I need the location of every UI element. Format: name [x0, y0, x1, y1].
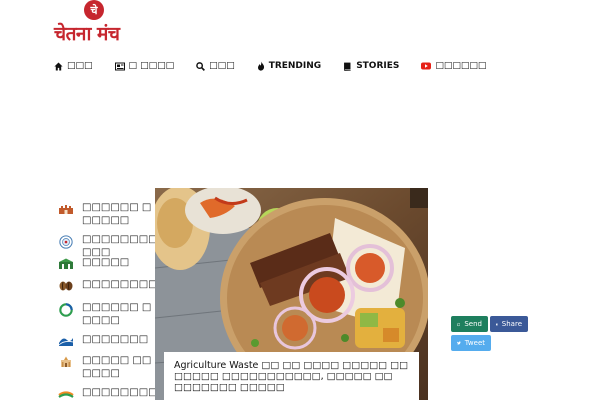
list-item-label: □□□□□ □□□□□□	[82, 355, 152, 379]
search-icon	[196, 61, 206, 71]
list-item[interactable]: □□□□□ □□□□□□	[58, 354, 158, 380]
fort-icon	[59, 205, 73, 214]
list-item-label: □□□□□□□	[82, 334, 149, 345]
nav-item-label: □□□	[67, 61, 93, 71]
nav-item-label: STORIES	[356, 61, 400, 71]
list-item[interactable]: □□□□□□□□	[58, 278, 158, 292]
site-logo[interactable]: चे चेतना मंच	[54, 0, 144, 48]
nav-item-label: TRENDING	[268, 61, 322, 71]
list-item[interactable]: □□□□□□□	[58, 333, 158, 347]
flag-icon	[58, 391, 74, 398]
list-item[interactable]: □□□□□□ □□□□□□	[58, 201, 158, 227]
circle-logo-icon	[59, 303, 73, 317]
nav-item-stories[interactable]: STORIES	[343, 61, 399, 71]
temple-icon	[61, 356, 71, 367]
list-item-label: □□□□□□ □□□□□□	[82, 202, 152, 226]
youtube-icon	[421, 62, 432, 70]
facebook-share-label: Share	[501, 320, 522, 328]
featured-article-title[interactable]: Agriculture Waste □□ □□ □□□□ □□□□□ □□ □□…	[164, 352, 419, 400]
nav-item-news[interactable]: □ □□□□	[114, 61, 175, 71]
list-item[interactable]: □□□□□□ □□□□□	[58, 301, 158, 327]
whatsapp-share-label: Send	[464, 320, 482, 328]
building-icon	[59, 258, 73, 269]
wave-icon	[58, 338, 74, 346]
nav-item-trending[interactable]: TRENDING	[257, 61, 322, 71]
home-icon	[54, 61, 63, 71]
nav-item-home[interactable]: □□□	[54, 61, 93, 71]
whatsapp-icon	[457, 322, 461, 326]
logo-badge: चे	[84, 0, 104, 20]
newspaper-icon	[114, 62, 125, 70]
list-item[interactable]: □□□□□□□□	[58, 386, 158, 400]
book-icon	[344, 62, 351, 71]
nav-item-label: □□□	[209, 61, 235, 71]
seal-icon	[59, 235, 73, 249]
nav-item-label: □□□□□□	[435, 61, 487, 71]
list-item-label: □□□□□	[82, 257, 130, 268]
list-item-label: □□□□□□□□	[82, 279, 158, 290]
twitter-share-label: Tweet	[464, 339, 485, 347]
fire-icon	[257, 61, 264, 71]
main-nav: □□□ □ □□□□ □□□ TRENDING STORIES □□□□□□	[54, 59, 508, 73]
facebook-icon	[496, 323, 498, 325]
list-item-label: □□□□□□ □□□□□	[82, 302, 152, 326]
nav-item-youtube[interactable]: □□□□□□	[421, 61, 486, 71]
whatsapp-share-button[interactable]: Send	[451, 316, 488, 332]
logo-text: चेतना मंच	[54, 23, 120, 45]
facebook-share-button[interactable]: Share	[490, 316, 528, 332]
twitter-icon	[457, 341, 461, 345]
nav-item-search[interactable]: □□□	[196, 61, 235, 71]
nav-item-label: □ □□□□	[128, 61, 175, 71]
twitter-share-button[interactable]: Tweet	[451, 335, 491, 351]
coffee-bean-icon	[59, 281, 73, 291]
list-item[interactable]: □□□□□	[58, 256, 158, 270]
featured-article[interactable]: Agriculture Waste □□ □□ □□□□ □□□□□ □□ □□…	[155, 188, 428, 400]
list-item-label: □□□□□□□□	[82, 387, 158, 398]
